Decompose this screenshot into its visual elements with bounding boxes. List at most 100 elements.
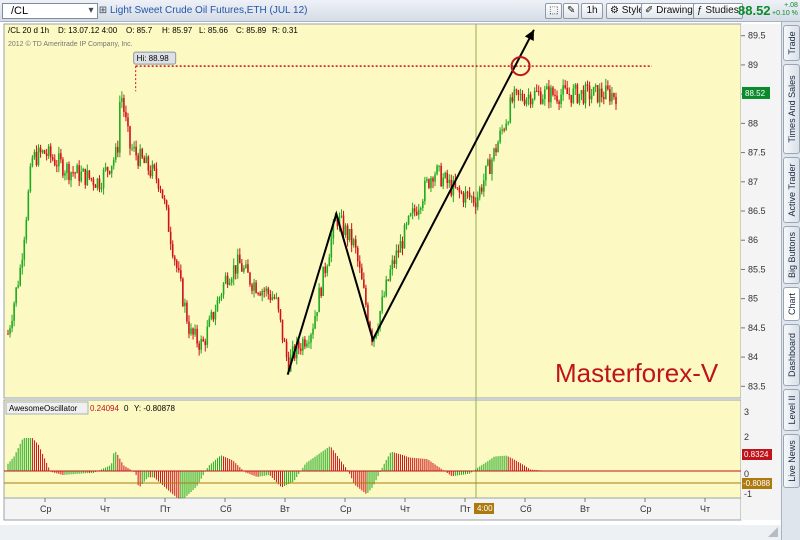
candle-body: [145, 156, 148, 164]
ohlc-low: L: 85.66: [199, 26, 228, 35]
link-icon[interactable]: ⊞: [96, 4, 110, 18]
candle-body: [584, 84, 587, 104]
candle-body: [37, 147, 40, 166]
candle-body: [381, 296, 383, 312]
candle-body: [247, 264, 249, 273]
candle-body: [605, 85, 607, 100]
candle-body: [415, 211, 418, 215]
tab-level-ii[interactable]: Level II: [783, 389, 800, 431]
tab-times-and-sales[interactable]: Times And Sales: [783, 64, 800, 154]
candle-body: [365, 287, 367, 305]
tab-live-news-label: Live News: [786, 440, 797, 482]
time-tick-label: Вт: [580, 504, 590, 514]
candle-body: [472, 196, 475, 203]
candle-body: [476, 197, 479, 208]
osc-tag-positive-value: 0.8324: [744, 450, 769, 459]
candle-body: [220, 294, 223, 298]
candle-body: [480, 187, 483, 192]
candle-body: [312, 328, 314, 335]
candle-body: [570, 94, 573, 103]
candle-body: [78, 165, 80, 182]
candle-body: [419, 207, 422, 210]
candle-body: [100, 188, 103, 190]
chart-settings-icon[interactable]: ⬚: [545, 3, 563, 19]
candle-body: [39, 147, 42, 153]
candle-body: [15, 287, 17, 304]
candle-body: [70, 172, 72, 181]
candle-body: [47, 146, 50, 156]
candle-body: [613, 93, 615, 97]
candle-body: [159, 188, 162, 190]
candle-body: [391, 260, 394, 270]
candle-body: [523, 99, 526, 105]
candle-body: [358, 261, 361, 268]
candle-body: [320, 287, 322, 296]
candle-body: [112, 159, 115, 166]
candle-body: [261, 290, 263, 296]
candle-body: [399, 241, 402, 253]
tab-active-trader[interactable]: Active Trader: [783, 157, 800, 223]
candle-body: [253, 282, 255, 291]
candle-body: [165, 200, 168, 208]
studies-button[interactable]: ƒ Studies: [693, 3, 743, 19]
candle-body: [407, 215, 410, 224]
net-change: +.08 +0.10 %: [772, 2, 798, 18]
price-tick-label: 87: [748, 177, 758, 187]
candle-body: [121, 98, 123, 102]
candle-body: [401, 241, 404, 249]
candle-body: [387, 279, 390, 281]
tab-live-news[interactable]: Live News: [783, 434, 800, 488]
high-label: Hi: 88.98: [137, 54, 170, 63]
price-tick-label: 85: [748, 294, 758, 304]
candle-body: [576, 84, 579, 103]
candle-body: [259, 293, 261, 296]
candle-body: [541, 99, 544, 104]
candle-body: [511, 97, 514, 102]
candle-body: [161, 189, 164, 199]
candle-body: [72, 172, 74, 174]
price-tag-value: 88.52: [745, 89, 766, 98]
candle-body: [92, 179, 95, 186]
candle-body: [426, 179, 428, 181]
horizontal-scrollbar[interactable]: [0, 525, 781, 540]
candle-body: [491, 159, 493, 174]
candle-body: [546, 86, 548, 90]
candle-body: [590, 95, 593, 100]
candle-body: [123, 98, 125, 112]
candle-body: [243, 267, 245, 272]
candle-body: [216, 300, 219, 312]
price-tick-label: 88: [748, 118, 758, 128]
candle-body: [458, 187, 461, 193]
candle-body: [133, 146, 135, 149]
candle-body: [167, 207, 170, 232]
candle-body: [478, 187, 481, 198]
candle-body: [283, 340, 286, 342]
candle-body: [495, 148, 497, 153]
timeframe-button[interactable]: 1h: [581, 3, 603, 19]
time-tick-label: Пт: [460, 504, 471, 514]
candle-body: [151, 164, 154, 177]
candle-body: [460, 192, 463, 194]
tab-big-buttons[interactable]: Big Buttons: [783, 226, 800, 284]
osc-tick-0: 0: [744, 469, 749, 479]
candle-body: [434, 174, 436, 182]
candle-body: [507, 122, 510, 124]
candle-body: [578, 93, 581, 103]
candle-body: [489, 159, 491, 174]
tab-dashboard[interactable]: Dashboard: [783, 324, 800, 386]
candle-body: [550, 87, 552, 103]
wrench-icon[interactable]: ✎: [563, 3, 580, 19]
candle-body: [269, 294, 272, 300]
candle-body: [82, 168, 85, 172]
candle-body: [356, 247, 359, 262]
candle-body: [239, 254, 241, 264]
tab-chart[interactable]: Chart: [783, 287, 800, 321]
net-change-value: +.08: [784, 2, 798, 9]
price-chart[interactable]: /CL 20 d 1h D: 13.07.12 4:00 O: 85.7 H: …: [0, 22, 781, 540]
candle-body: [129, 126, 131, 149]
candle-body: [60, 153, 62, 160]
candle-body: [432, 177, 434, 182]
candle-body: [43, 150, 46, 154]
tab-trade[interactable]: Trade: [783, 25, 800, 61]
candle-body: [505, 123, 507, 130]
